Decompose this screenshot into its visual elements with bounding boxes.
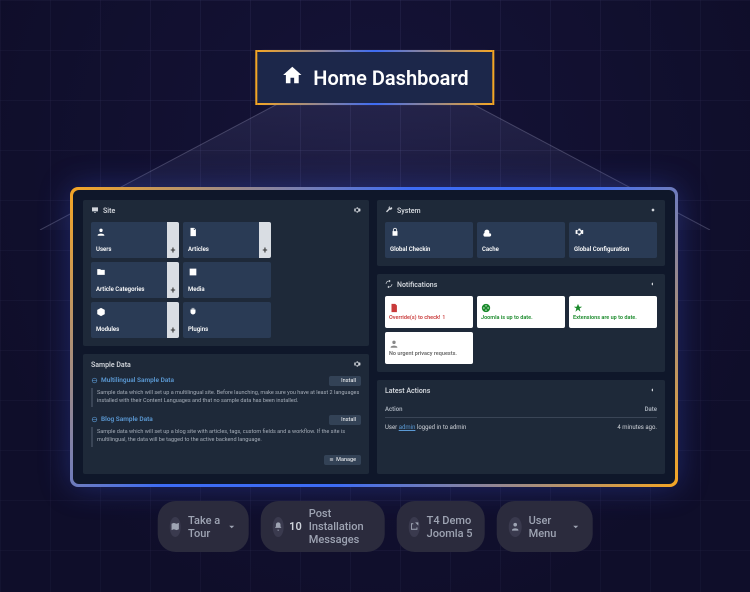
external-link-icon xyxy=(409,517,420,537)
chevron-down-icon xyxy=(227,522,237,532)
multilingual-sample-desc: Sample data which will set up a multilin… xyxy=(91,388,361,407)
take-tour-pill[interactable]: Take a Tour xyxy=(158,501,249,552)
gear-icon[interactable] xyxy=(353,360,361,370)
map-icon xyxy=(170,517,181,537)
global-config-card[interactable]: Global Configuration xyxy=(569,222,657,258)
wrench-icon xyxy=(385,206,393,216)
site-panel: Site Users + Articles + Article Categori… xyxy=(83,200,369,346)
modules-add[interactable]: + xyxy=(167,302,179,338)
users-add[interactable]: + xyxy=(167,222,179,258)
gear-icon[interactable] xyxy=(649,386,657,396)
notifications-panel: Notifications Override(s) to check!1 Joo… xyxy=(377,274,665,372)
user-icon xyxy=(509,517,522,537)
desktop-icon xyxy=(91,206,99,216)
bell-icon xyxy=(273,517,284,537)
latest-action-row: User admin logged in to admin 4 minutes … xyxy=(385,418,657,431)
joomla-uptodate-notification[interactable]: Joomla is up to date. xyxy=(477,296,565,328)
dashboard-stage: Site Users + Articles + Article Categori… xyxy=(70,187,678,487)
chevron-down-icon xyxy=(570,522,580,532)
latest-actions-panel: Latest Actions Action Date User admin lo… xyxy=(377,380,665,474)
site-panel-title: Site xyxy=(103,207,115,215)
home-dashboard-label: Home Dashboard xyxy=(313,66,468,90)
home-icon xyxy=(281,64,303,91)
gear-icon[interactable] xyxy=(353,206,361,216)
latest-actions-title: Latest Actions xyxy=(385,387,430,395)
refresh-icon xyxy=(385,280,393,290)
admin-user-link[interactable]: admin xyxy=(399,424,416,431)
sample-data-title: Sample Data xyxy=(91,361,131,369)
system-panel-title: System xyxy=(397,207,421,215)
extensions-uptodate-notification[interactable]: Extensions are up to date. xyxy=(569,296,657,328)
article-categories-card[interactable]: Article Categories + xyxy=(91,262,179,298)
blog-sample-desc: Sample data which will set up a blog sit… xyxy=(91,427,361,446)
articles-add[interactable]: + xyxy=(259,222,271,258)
blog-sample-title: Blog Sample Data xyxy=(91,415,153,423)
users-card[interactable]: Users + xyxy=(91,222,179,258)
post-install-pill[interactable]: 10 Post Installation Messages xyxy=(261,501,384,552)
gear-icon[interactable] xyxy=(649,280,657,290)
overrides-notification[interactable]: Override(s) to check!1 xyxy=(385,296,473,328)
privacy-notification[interactable]: No urgent privacy requests. xyxy=(385,332,473,364)
install-blog-button[interactable]: Install xyxy=(329,415,361,425)
install-multilingual-button[interactable]: Install xyxy=(329,376,361,386)
user-menu-pill[interactable]: User Menu xyxy=(497,501,593,552)
system-panel: System Global Checkin Cache Gl xyxy=(377,200,665,266)
actions-col-date: Date xyxy=(645,406,657,413)
multilingual-sample-title: Multilingual Sample Data xyxy=(91,376,174,384)
sample-data-panel: Sample Data Multilingual Sample Data Ins… xyxy=(83,354,369,474)
article-categories-add[interactable]: + xyxy=(167,262,179,298)
articles-card[interactable]: Articles + xyxy=(183,222,271,258)
manage-sample-button[interactable]: Manage xyxy=(324,455,361,465)
actions-col-action: Action xyxy=(385,406,402,413)
media-card[interactable]: Media xyxy=(183,262,271,298)
notifications-title: Notifications xyxy=(397,281,437,289)
site-link-pill[interactable]: T4 Demo Joomla 5 xyxy=(397,501,485,552)
cache-card[interactable]: Cache xyxy=(477,222,565,258)
plugins-card[interactable]: Plugins xyxy=(183,302,271,338)
footer-pills: Take a Tour 10 Post Installation Message… xyxy=(158,501,593,552)
gear-icon[interactable] xyxy=(649,206,657,216)
modules-card[interactable]: Modules + xyxy=(91,302,179,338)
global-checkin-card[interactable]: Global Checkin xyxy=(385,222,473,258)
home-dashboard-badge: Home Dashboard xyxy=(255,50,494,105)
